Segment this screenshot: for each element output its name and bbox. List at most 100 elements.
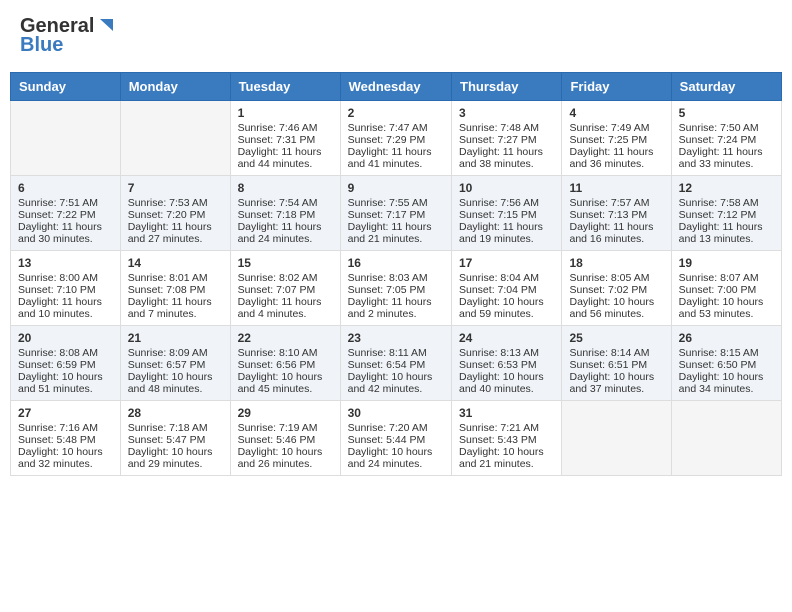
sunset-text: Sunset: 7:00 PM	[679, 284, 774, 296]
sunrise-text: Sunrise: 7:46 AM	[238, 122, 333, 134]
daylight-text: Daylight: 10 hours and 32 minutes.	[18, 446, 113, 470]
calendar-day-cell: 29Sunrise: 7:19 AMSunset: 5:46 PMDayligh…	[230, 401, 340, 476]
daylight-text: Daylight: 10 hours and 37 minutes.	[569, 371, 663, 395]
daylight-text: Daylight: 11 hours and 13 minutes.	[679, 221, 774, 245]
sunset-text: Sunset: 6:59 PM	[18, 359, 113, 371]
sunset-text: Sunset: 6:54 PM	[348, 359, 444, 371]
sunrise-text: Sunrise: 7:47 AM	[348, 122, 444, 134]
sunrise-text: Sunrise: 8:11 AM	[348, 347, 444, 359]
sunset-text: Sunset: 7:20 PM	[128, 209, 223, 221]
daylight-text: Daylight: 11 hours and 4 minutes.	[238, 296, 333, 320]
day-number: 25	[569, 331, 663, 345]
daylight-text: Daylight: 11 hours and 7 minutes.	[128, 296, 223, 320]
calendar-day-cell: 4Sunrise: 7:49 AMSunset: 7:25 PMDaylight…	[562, 101, 671, 176]
calendar-day-cell: 16Sunrise: 8:03 AMSunset: 7:05 PMDayligh…	[340, 251, 451, 326]
sunset-text: Sunset: 5:48 PM	[18, 434, 113, 446]
calendar-day-cell: 8Sunrise: 7:54 AMSunset: 7:18 PMDaylight…	[230, 176, 340, 251]
sunrise-text: Sunrise: 8:10 AM	[238, 347, 333, 359]
calendar-day-cell: 13Sunrise: 8:00 AMSunset: 7:10 PMDayligh…	[11, 251, 121, 326]
sunrise-text: Sunrise: 7:56 AM	[459, 197, 554, 209]
daylight-text: Daylight: 10 hours and 24 minutes.	[348, 446, 444, 470]
day-number: 30	[348, 406, 444, 420]
daylight-text: Daylight: 10 hours and 51 minutes.	[18, 371, 113, 395]
calendar-day-cell: 11Sunrise: 7:57 AMSunset: 7:13 PMDayligh…	[562, 176, 671, 251]
calendar-day-cell: 6Sunrise: 7:51 AMSunset: 7:22 PMDaylight…	[11, 176, 121, 251]
sunrise-text: Sunrise: 8:04 AM	[459, 272, 554, 284]
sunrise-text: Sunrise: 7:54 AM	[238, 197, 333, 209]
logo-triangle-icon	[95, 17, 113, 35]
day-number: 9	[348, 181, 444, 195]
day-number: 11	[569, 181, 663, 195]
sunset-text: Sunset: 7:25 PM	[569, 134, 663, 146]
sunrise-text: Sunrise: 7:21 AM	[459, 422, 554, 434]
day-number: 14	[128, 256, 223, 270]
day-number: 22	[238, 331, 333, 345]
daylight-text: Daylight: 11 hours and 16 minutes.	[569, 221, 663, 245]
daylight-text: Daylight: 10 hours and 34 minutes.	[679, 371, 774, 395]
calendar-day-cell	[671, 401, 781, 476]
sunrise-text: Sunrise: 7:53 AM	[128, 197, 223, 209]
sunrise-text: Sunrise: 8:13 AM	[459, 347, 554, 359]
sunrise-text: Sunrise: 8:14 AM	[569, 347, 663, 359]
sunset-text: Sunset: 7:29 PM	[348, 134, 444, 146]
day-of-week-header: Friday	[562, 73, 671, 101]
daylight-text: Daylight: 11 hours and 36 minutes.	[569, 146, 663, 170]
calendar-day-cell: 23 Sunrise: 8:11 AMSunset: 6:54 PMDayligh…	[340, 326, 451, 401]
sunset-text: Sunset: 5:47 PM	[128, 434, 223, 446]
sunrise-text: Sunrise: 8:08 AM	[18, 347, 113, 359]
day-number: 7	[128, 181, 223, 195]
day-number: 23	[348, 331, 444, 345]
day-of-week-header: Monday	[120, 73, 230, 101]
day-number: 15	[238, 256, 333, 270]
sunset-text: Sunset: 5:44 PM	[348, 434, 444, 446]
calendar-day-cell: 25Sunrise: 8:14 AMSunset: 6:51 PMDayligh…	[562, 326, 671, 401]
day-number: 21	[128, 331, 223, 345]
day-number: 24	[459, 331, 554, 345]
daylight-text: Daylight: 10 hours and 56 minutes.	[569, 296, 663, 320]
calendar-day-cell: 1Sunrise: 7:46 AMSunset: 7:31 PMDaylight…	[230, 101, 340, 176]
calendar-day-cell: 20 Sunrise: 8:08 AMSunset: 6:59 PMDayligh…	[11, 326, 121, 401]
sunset-text: Sunset: 7:31 PM	[238, 134, 333, 146]
daylight-text: Daylight: 10 hours and 29 minutes.	[128, 446, 223, 470]
daylight-text: Daylight: 11 hours and 33 minutes.	[679, 146, 774, 170]
calendar-day-cell: 26Sunrise: 8:15 AMSunset: 6:50 PMDayligh…	[671, 326, 781, 401]
daylight-text: Daylight: 11 hours and 38 minutes.	[459, 146, 554, 170]
calendar-day-cell: 7Sunrise: 7:53 AMSunset: 7:20 PMDaylight…	[120, 176, 230, 251]
sunrise-text: Sunrise: 7:55 AM	[348, 197, 444, 209]
daylight-text: Daylight: 10 hours and 45 minutes.	[238, 371, 333, 395]
calendar-week-row: 13Sunrise: 8:00 AMSunset: 7:10 PMDayligh…	[11, 251, 782, 326]
calendar-day-cell: 10Sunrise: 7:56 AMSunset: 7:15 PMDayligh…	[452, 176, 562, 251]
day-number: 12	[679, 181, 774, 195]
sunrise-text: Sunrise: 7:16 AM	[18, 422, 113, 434]
daylight-text: Daylight: 10 hours and 53 minutes.	[679, 296, 774, 320]
calendar-week-row: 1Sunrise: 7:46 AMSunset: 7:31 PMDaylight…	[11, 101, 782, 176]
calendar-day-cell: 22Sunrise: 8:10 AMSunset: 6:56 PMDayligh…	[230, 326, 340, 401]
calendar-day-cell: 31Sunrise: 7:21 AMSunset: 5:43 PMDayligh…	[452, 401, 562, 476]
calendar-day-cell: 12Sunrise: 7:58 AMSunset: 7:12 PMDayligh…	[671, 176, 781, 251]
daylight-text: Daylight: 11 hours and 30 minutes.	[18, 221, 113, 245]
daylight-text: Daylight: 11 hours and 24 minutes.	[238, 221, 333, 245]
sunrise-text: Sunrise: 8:15 AM	[679, 347, 774, 359]
calendar-day-cell	[11, 101, 121, 176]
daylight-text: Daylight: 10 hours and 42 minutes.	[348, 371, 444, 395]
sunrise-text: Sunrise: 7:48 AM	[459, 122, 554, 134]
page-header: General Blue	[10, 10, 782, 62]
sunset-text: Sunset: 7:12 PM	[679, 209, 774, 221]
calendar-day-cell	[562, 401, 671, 476]
calendar-day-cell: 14Sunrise: 8:01 AMSunset: 7:08 PMDayligh…	[120, 251, 230, 326]
day-number: 31	[459, 406, 554, 420]
calendar-day-cell: 30 Sunrise: 7:20 AMSunset: 5:44 PMDayligh…	[340, 401, 451, 476]
day-number: 4	[569, 106, 663, 120]
calendar-day-cell: 3Sunrise: 7:48 AMSunset: 7:27 PMDaylight…	[452, 101, 562, 176]
sunrise-text: Sunrise: 7:20 AM	[348, 422, 444, 434]
calendar-week-row: 20Sunrise: 8:08 AMSunset: 6:59 PMDayligh…	[11, 326, 782, 401]
day-number: 20	[18, 331, 113, 345]
sunset-text: Sunset: 6:50 PM	[679, 359, 774, 371]
sunset-text: Sunset: 6:57 PM	[128, 359, 223, 371]
sunset-text: Sunset: 7:05 PM	[348, 284, 444, 296]
calendar-table: SundayMondayTuesdayWednesdayThursdayFrid…	[10, 72, 782, 476]
calendar-day-cell: 27Sunrise: 7:16 AMSunset: 5:48 PMDayligh…	[11, 401, 121, 476]
daylight-text: Daylight: 11 hours and 44 minutes.	[238, 146, 333, 170]
calendar-day-cell	[120, 101, 230, 176]
sunrise-text: Sunrise: 7:19 AM	[238, 422, 333, 434]
